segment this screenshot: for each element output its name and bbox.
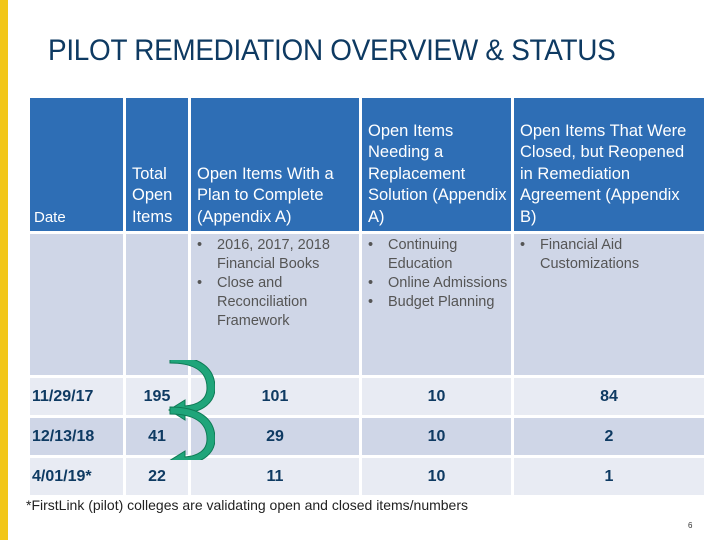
plan-bullets-cell: 2016, 2017, 2018 Financial Books Close a… [188,231,362,378]
reopened-cell: 84 [511,375,707,418]
empty-cell [123,231,191,378]
list-item: Continuing Education [362,236,511,274]
table-row: 12/13/18 41 29 10 2 [27,415,707,458]
list-item: Financial Aid Customizations [514,236,704,274]
plan-cell: 29 [188,415,362,458]
replacement-cell: 10 [359,415,514,458]
reopened-cell: 2 [511,415,707,458]
header-plan-to-complete: Open Items With a Plan to Complete (Appe… [188,95,362,234]
page-number: 6 [688,521,693,530]
date-cell: 4/01/19* [27,455,126,498]
bullets-row: 2016, 2017, 2018 Financial Books Close a… [27,231,707,378]
plan-cell: 11 [188,455,362,498]
header-date: Date [27,95,126,234]
reopened-cell: 1 [511,455,707,498]
header-reopened: Open Items That Were Closed, but Reopene… [511,95,707,234]
table-row: 11/29/17 195 101 10 84 [27,375,707,418]
curved-arrows [168,360,215,460]
date-cell: 12/13/18 [27,415,126,458]
list-item: 2016, 2017, 2018 Financial Books [191,236,359,274]
replacement-cell: 10 [359,375,514,418]
reopened-bullet-list: Financial Aid Customizations [514,236,704,274]
table-row: 4/01/19* 22 11 10 1 [27,455,707,498]
total-cell: 22 [123,455,191,498]
curved-arrow-icon [169,406,215,460]
accent-bar [0,0,8,540]
empty-cell [27,231,126,378]
header-row: Date Total Open Items Open Items With a … [27,95,707,234]
list-item: Close and Reconciliation Framework [191,274,359,331]
footnote: *FirstLink (pilot) colleges are validati… [26,497,468,513]
reopened-bullets-cell: Financial Aid Customizations [511,231,707,378]
replacement-bullet-list: Continuing Education Online Admissions B… [362,236,511,312]
list-item: Online Admissions [362,274,511,293]
plan-bullet-list: 2016, 2017, 2018 Financial Books Close a… [191,236,359,331]
list-item: Budget Planning [362,293,511,312]
replacement-cell: 10 [359,455,514,498]
header-replacement-solution: Open Items Needing a Replacement Solutio… [359,95,514,234]
date-cell: 11/29/17 [27,375,126,418]
plan-cell: 101 [188,375,362,418]
replacement-bullets-cell: Continuing Education Online Admissions B… [359,231,514,378]
status-table: Date Total Open Items Open Items With a … [27,95,707,498]
slide-title: PILOT REMEDIATION OVERVIEW & STATUS [48,34,616,67]
header-total-open: Total Open Items [123,95,191,234]
